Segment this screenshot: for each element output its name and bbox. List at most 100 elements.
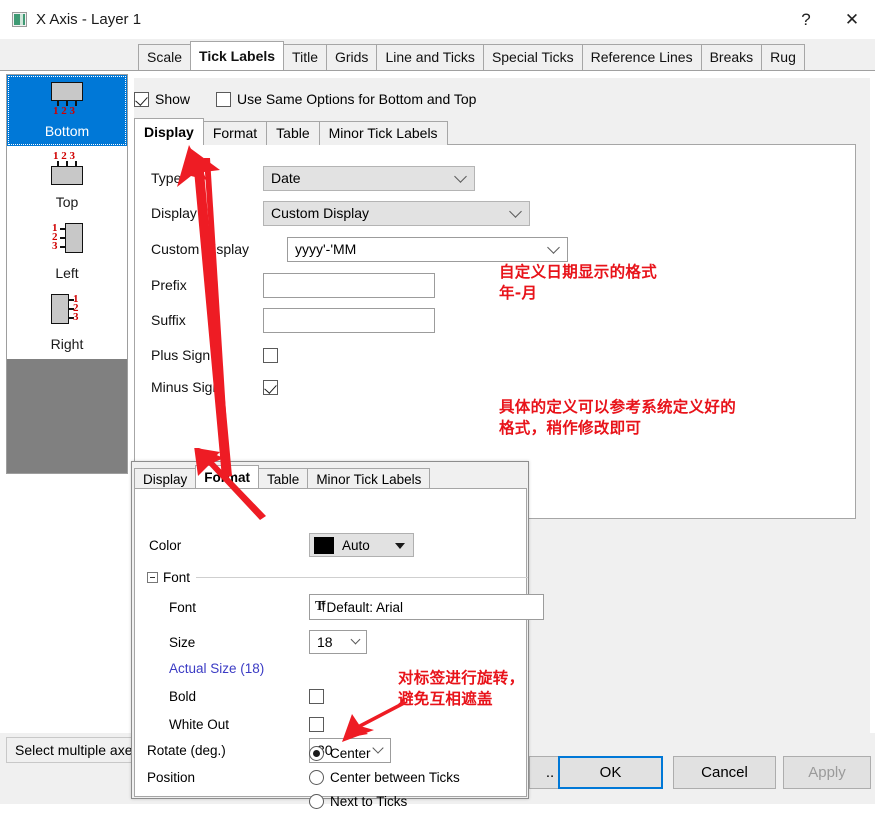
tab-strip: Scale Tick Labels Title Grids Line and Ticks…: [0, 39, 875, 71]
axis-item-bottom[interactable]: 1 2 3 Bottom: [7, 75, 127, 146]
format-dialog-tab-format[interactable]: Format: [195, 465, 260, 490]
type-label: Type: [151, 170, 182, 186]
axis-item-label: Right: [50, 336, 84, 352]
white-out-row: White Out: [169, 712, 324, 736]
close-icon[interactable]: ✕: [829, 0, 875, 39]
position-option-label: Center: [330, 745, 371, 761]
axis-item-top[interactable]: 1 2 3 Top: [7, 146, 127, 217]
annotation-custom-format: 自定义日期显示的格式 年-月: [499, 263, 658, 302]
bold-label: Bold: [169, 688, 197, 704]
type-value: Date: [271, 170, 301, 186]
size-combo[interactable]: 18: [309, 630, 367, 654]
minus-sign-label: Minus Sign: [151, 379, 221, 395]
position-option-center[interactable]: Center: [309, 741, 460, 765]
font-picker[interactable]: T𝔣 Default: Arial: [309, 594, 544, 620]
format-dialog-tab-table[interactable]: Table: [258, 468, 309, 490]
tab-scale[interactable]: Scale: [138, 44, 192, 70]
show-options-row: Show Use Same Options for Bottom and Top: [134, 88, 502, 110]
position-row: Position Center Center between Ticks Next …: [147, 745, 460, 809]
white-out-label: White Out: [169, 716, 230, 732]
tab-breaks[interactable]: Breaks: [700, 44, 763, 70]
color-value: Auto: [342, 537, 370, 553]
axis-item-label: Left: [55, 265, 79, 281]
axis-bottom-icon: 1 2 3: [39, 80, 95, 120]
radio-icon[interactable]: [309, 769, 324, 785]
custom-display-value: yyyy'-'MM: [295, 241, 357, 257]
inner-tab-table[interactable]: Table: [266, 121, 320, 145]
rotate-label: Rotate (deg.): [147, 742, 226, 758]
display-dropdown[interactable]: Custom Display: [263, 200, 530, 226]
tab-title[interactable]: Title: [283, 44, 327, 70]
actual-size-row: Actual Size (18): [169, 656, 264, 680]
color-swatch: [314, 536, 334, 554]
type-row: Type Date: [151, 165, 475, 191]
axis-item-left[interactable]: 1 2 3 Left: [7, 217, 127, 288]
bold-checkbox[interactable]: [309, 688, 324, 704]
minus-sign-row: Minus Sign: [151, 374, 278, 400]
radio-icon[interactable]: [309, 745, 324, 761]
format-subdialog: Display Format Table Minor Tick Labels Colo…: [131, 461, 544, 809]
display-label: Display: [151, 205, 197, 221]
tab-line-and-ticks[interactable]: Line and Ticks: [376, 44, 484, 70]
axis-item-label: Top: [55, 194, 79, 210]
tab-rug[interactable]: Rug: [761, 44, 805, 70]
ok-button[interactable]: OK: [558, 756, 663, 789]
axis-selector-list[interactable]: 1 2 3 Bottom 1 2 3 Top 1 2 3 Left 1 2 3 Right: [6, 74, 128, 474]
position-option-center-between-ticks[interactable]: Center between Ticks: [309, 765, 460, 789]
position-options: Center Center between Ticks Next to Ticks: [309, 741, 460, 813]
inner-tab-display[interactable]: Display: [134, 118, 204, 145]
suffix-label: Suffix: [151, 312, 186, 328]
color-label: Color: [149, 537, 182, 553]
inner-tab-minor-tick-labels[interactable]: Minor Tick Labels: [318, 121, 448, 145]
window-title: X Axis - Layer 1: [36, 11, 142, 28]
format-tab-pane: Color Auto Font Font T𝔣 Default: Arial S…: [134, 488, 544, 809]
size-label: Size: [169, 634, 196, 650]
apply-button[interactable]: Apply: [783, 756, 871, 789]
use-same-options-label: Use Same Options for Bottom and Top: [237, 91, 477, 107]
tab-reference-lines[interactable]: Reference Lines: [581, 44, 702, 70]
inner-tab-format[interactable]: Format: [202, 121, 268, 145]
axis-right-icon: 123: [39, 293, 95, 333]
minus-sign-checkbox[interactable]: [263, 379, 278, 395]
cancel-button[interactable]: Cancel: [673, 756, 776, 789]
type-dropdown[interactable]: Date: [263, 165, 475, 191]
format-dialog-tab-minor-tick-labels[interactable]: Minor Tick Labels: [307, 468, 431, 490]
display-value: Custom Display: [271, 205, 370, 221]
chevron-down-icon: [395, 543, 405, 549]
color-dropdown[interactable]: Auto: [309, 533, 414, 557]
annotation-system-format: 具体的定义可以参考系统定义好的 格式，稍作修改即可: [499, 398, 737, 437]
font-group-header[interactable]: Font: [147, 570, 538, 585]
tab-special-ticks[interactable]: Special Ticks: [482, 44, 583, 70]
chevron-down-icon: [509, 205, 522, 218]
actual-size-label: Actual Size (18): [169, 660, 265, 676]
collapse-icon[interactable]: [147, 572, 158, 583]
font-row: Font T𝔣 Default: Arial: [169, 593, 544, 621]
use-same-options-checkbox[interactable]: [216, 91, 232, 107]
position-option-next-to-ticks[interactable]: Next to Ticks: [309, 789, 460, 813]
size-value: 18: [317, 634, 333, 650]
show-checkbox[interactable]: [134, 91, 149, 107]
tab-grids[interactable]: Grids: [325, 44, 378, 70]
font-label: Font: [169, 599, 197, 615]
tab-tick-labels[interactable]: Tick Labels: [190, 41, 285, 70]
plus-sign-checkbox[interactable]: [263, 347, 278, 363]
help-icon[interactable]: ?: [783, 0, 829, 39]
chevron-down-icon: [350, 634, 361, 645]
font-value: Default: Arial: [326, 599, 404, 615]
position-option-label: Center between Ticks: [330, 769, 460, 785]
title-bar: X Axis - Layer 1 ? ✕: [0, 0, 875, 39]
annotation-rotate-label: 对标签进行旋转， 避免互相遮盖: [398, 669, 525, 708]
radio-icon[interactable]: [309, 793, 324, 809]
prefix-row: Prefix: [151, 272, 435, 298]
axis-item-right[interactable]: 1 2 3 Right: [7, 288, 127, 359]
axis-top-icon: 1 2 3: [39, 151, 95, 191]
custom-display-combo[interactable]: yyyy'-'MM: [287, 236, 568, 262]
font-icon: T𝔣: [315, 599, 325, 614]
origin-axis-icon: [12, 12, 27, 27]
prefix-input[interactable]: [263, 272, 435, 298]
white-out-checkbox[interactable]: [309, 716, 324, 732]
color-row: Color Auto: [149, 533, 414, 557]
format-dialog-tab-display[interactable]: Display: [134, 468, 197, 490]
suffix-input[interactable]: [263, 307, 435, 333]
plus-sign-row: Plus Sign: [151, 342, 278, 368]
